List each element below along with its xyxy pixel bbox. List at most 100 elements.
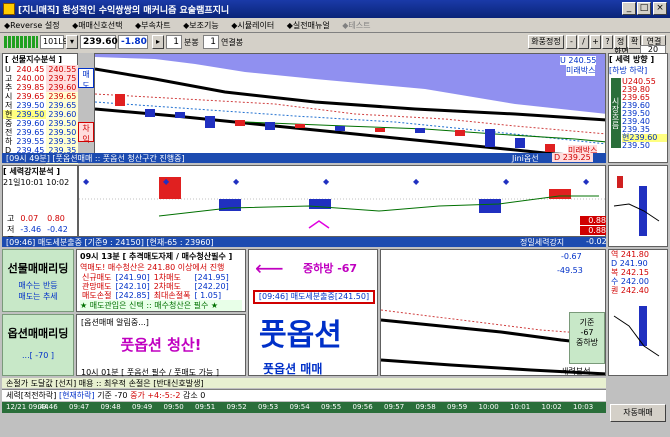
interval-unit: 분봉 xyxy=(184,38,199,47)
minimize-button[interactable]: _ xyxy=(622,2,636,15)
menu-signal[interactable]: ◆매매신호선택 xyxy=(72,21,122,30)
chart-adjust-button[interactable]: 화풍정정 xyxy=(528,35,564,49)
market-flow-label: 시장흐름 xyxy=(611,78,621,148)
candle xyxy=(205,116,215,128)
force-strength-chart[interactable]: ◆ ◆ ◆ ◆ ◆ ◆ ◆ xyxy=(78,165,606,237)
strength-status: [09:46] 매도세분출중 [기준9 : 24150] [현재-65 : 23… xyxy=(2,237,607,247)
price-ladder-panel: 역 241.80 D 241.90 복 242.15 수 242.00 퀀 242.40 xyxy=(608,249,668,376)
interval-input[interactable]: 1 xyxy=(166,35,182,49)
ladder-key: 역 xyxy=(611,250,619,259)
futures-row: 저 239.50 239.65 xyxy=(3,101,79,110)
maximize-button[interactable]: □ xyxy=(637,2,651,15)
info-row: 관망매도 [242.10] 2차매도 [242.20] xyxy=(80,282,231,291)
menu-test[interactable]: ◆테스트 xyxy=(342,21,370,30)
main-price-chart[interactable] xyxy=(94,53,606,163)
signal-strength-icon xyxy=(4,36,38,48)
futures-row: U 240.45 240.55 xyxy=(3,65,79,74)
main-status-text: [09시 49분] [풋옵션매매 :: 풋옵선 청산구간 진행중] xyxy=(6,154,185,163)
menu-manual[interactable]: ◆실전매뉴얼 xyxy=(287,21,330,30)
diamond-marker: ◆ xyxy=(163,177,170,186)
jini-option-value: D 239.25 xyxy=(552,153,593,162)
signal-info-line1: 역매도! 매수청산은 241.80 이상에서 진행 xyxy=(80,263,225,272)
option-alert-box: [옵션매매 알림중...] 풋옵션 청산! 10시 01분 [ 풋옵선 필수 /… xyxy=(76,314,246,377)
left-arrow-icon: ⟵ xyxy=(255,256,284,280)
option-chart[interactable]: -0.67 -49.53 기준 -67 중하방 세력분석 xyxy=(380,249,606,376)
option-base-box: 기준 -67 중하방 xyxy=(569,312,605,364)
candle xyxy=(115,94,125,106)
futures-cell: 239.65 xyxy=(46,92,79,101)
options-reading-box: 옵션매매리딩 ...[ -70 ] xyxy=(2,314,74,376)
side-tag-profit: 차익 xyxy=(78,122,94,144)
candle xyxy=(455,130,465,136)
info-cell: [242.10] xyxy=(115,282,150,291)
futures-row: 전 239.65 239.50 xyxy=(3,128,79,137)
count-input[interactable]: 1 xyxy=(203,35,219,49)
futures-row: 중 239.60 239.50 xyxy=(3,119,79,128)
menu-assist[interactable]: ◆보조기능 xyxy=(183,21,219,30)
zoom-in-button[interactable]: + xyxy=(590,35,601,49)
ladder-chart-svg xyxy=(613,306,660,357)
ladder-row: 복 242.15 xyxy=(609,268,667,277)
futures-row: 하 239.55 239.35 xyxy=(3,137,79,146)
futures-cell: 고 xyxy=(5,74,13,83)
code-search-button[interactable]: ▾ xyxy=(66,35,78,49)
futures-cell: 239.85 xyxy=(16,83,45,92)
menu-subchart[interactable]: ◆부속차트 xyxy=(135,21,171,30)
help-button[interactable]: ? xyxy=(602,35,613,49)
ladder-row: 역 241.80 xyxy=(609,250,667,259)
time-tick: 09:46 xyxy=(37,403,58,411)
time-tick: 09:58 xyxy=(415,403,436,411)
futures-cell: 239.35 xyxy=(46,137,79,146)
ladder-key: 퀀 xyxy=(611,286,619,295)
time-tick: 09:55 xyxy=(321,403,342,411)
ladder-row: D 241.90 xyxy=(609,259,667,268)
candle xyxy=(335,126,345,131)
side-tag-sell: 매도 xyxy=(78,68,94,90)
futures-index-panel: [ 선물지수분석 ] U 240.45 240.55 고 240.00 239.75 추 23… xyxy=(2,53,79,164)
ladder-value: 242.00 xyxy=(620,277,649,286)
time-tick: 10:01 xyxy=(510,403,531,411)
code-select[interactable]: 101L9 xyxy=(40,35,68,49)
time-tick: 09:49 xyxy=(132,403,153,411)
stoploss-status: 손절가 도달값 [선지] 매용 :: 최우적 손절은 [반대신호발생] xyxy=(2,378,606,388)
candle xyxy=(145,109,155,117)
direction-sub: [하방 하락] xyxy=(609,66,648,75)
auto-trade-button[interactable]: 자동매매 xyxy=(610,404,666,422)
option-alert-msg: [옵션매매 알림중...] xyxy=(81,318,149,327)
futures-header: [ 선물지수분석 ] xyxy=(5,55,63,64)
close-button[interactable]: × xyxy=(653,2,667,15)
futures-cell: U xyxy=(5,65,11,74)
trendline-button[interactable]: / xyxy=(578,35,589,49)
futures-cell: 239.75 xyxy=(46,74,79,83)
direction-value: 239.50 xyxy=(622,141,650,150)
futures-cell: 중 xyxy=(5,119,13,128)
candle xyxy=(415,128,425,133)
force-status-bar: 세력[적전하락] [현재하락] 기준 -70 중가 +4:-5:-2 감소 0 xyxy=(2,389,606,401)
candle xyxy=(515,138,525,148)
time-tick: 09:47 xyxy=(69,403,90,411)
futures-cell: 하 xyxy=(5,137,13,146)
futures-cell: 239.60 xyxy=(46,83,79,92)
diamond-marker: ◆ xyxy=(583,177,590,186)
menu-simulator[interactable]: ◆시뮬레이터 xyxy=(231,21,274,30)
futures-row: 추 239.85 239.60 xyxy=(3,83,79,92)
menu-reverse[interactable]: ◆Reverse 설정 xyxy=(4,21,60,30)
futures-cell: 239.50 xyxy=(46,128,79,137)
signal-info-head: 09시 13분 [ 추격매도자제 / 매수청산필수 ] xyxy=(80,252,233,261)
signal-info-box: 09시 13분 [ 추격매도자제 / 매수청산필수 ] 역매도! 매수청산은 2… xyxy=(76,249,246,312)
futures-cell: 240.45 xyxy=(16,65,45,74)
ladder-key: 수 xyxy=(611,277,619,286)
futures-reading-box: 선물매매리딩 매수는 반등 매도는 추세 xyxy=(2,249,74,312)
time-tick: 10:02 xyxy=(541,403,562,411)
strength-status-text: [09:46] 매도세분출중 [기준9 : 24150] [현재-65 : 23… xyxy=(6,238,214,247)
direction-arrow-text: 중하방 -67 xyxy=(303,262,358,275)
candle xyxy=(295,124,305,128)
interval-prev-button[interactable]: ▸ xyxy=(152,35,164,49)
option-chart-val1: -0.67 xyxy=(561,252,582,261)
option-chart-val2: -49.53 xyxy=(557,266,583,275)
time-tick: 09:54 xyxy=(289,403,310,411)
futures-cell: 240.00 xyxy=(16,74,45,83)
zoom-out-button[interactable]: - xyxy=(566,35,577,49)
mini-chart-svg xyxy=(613,176,660,236)
main-chart-status: [09시 49분] [풋옵션매매 :: 풋옵선 청산구간 진행중] Jini옵선… xyxy=(2,153,606,163)
